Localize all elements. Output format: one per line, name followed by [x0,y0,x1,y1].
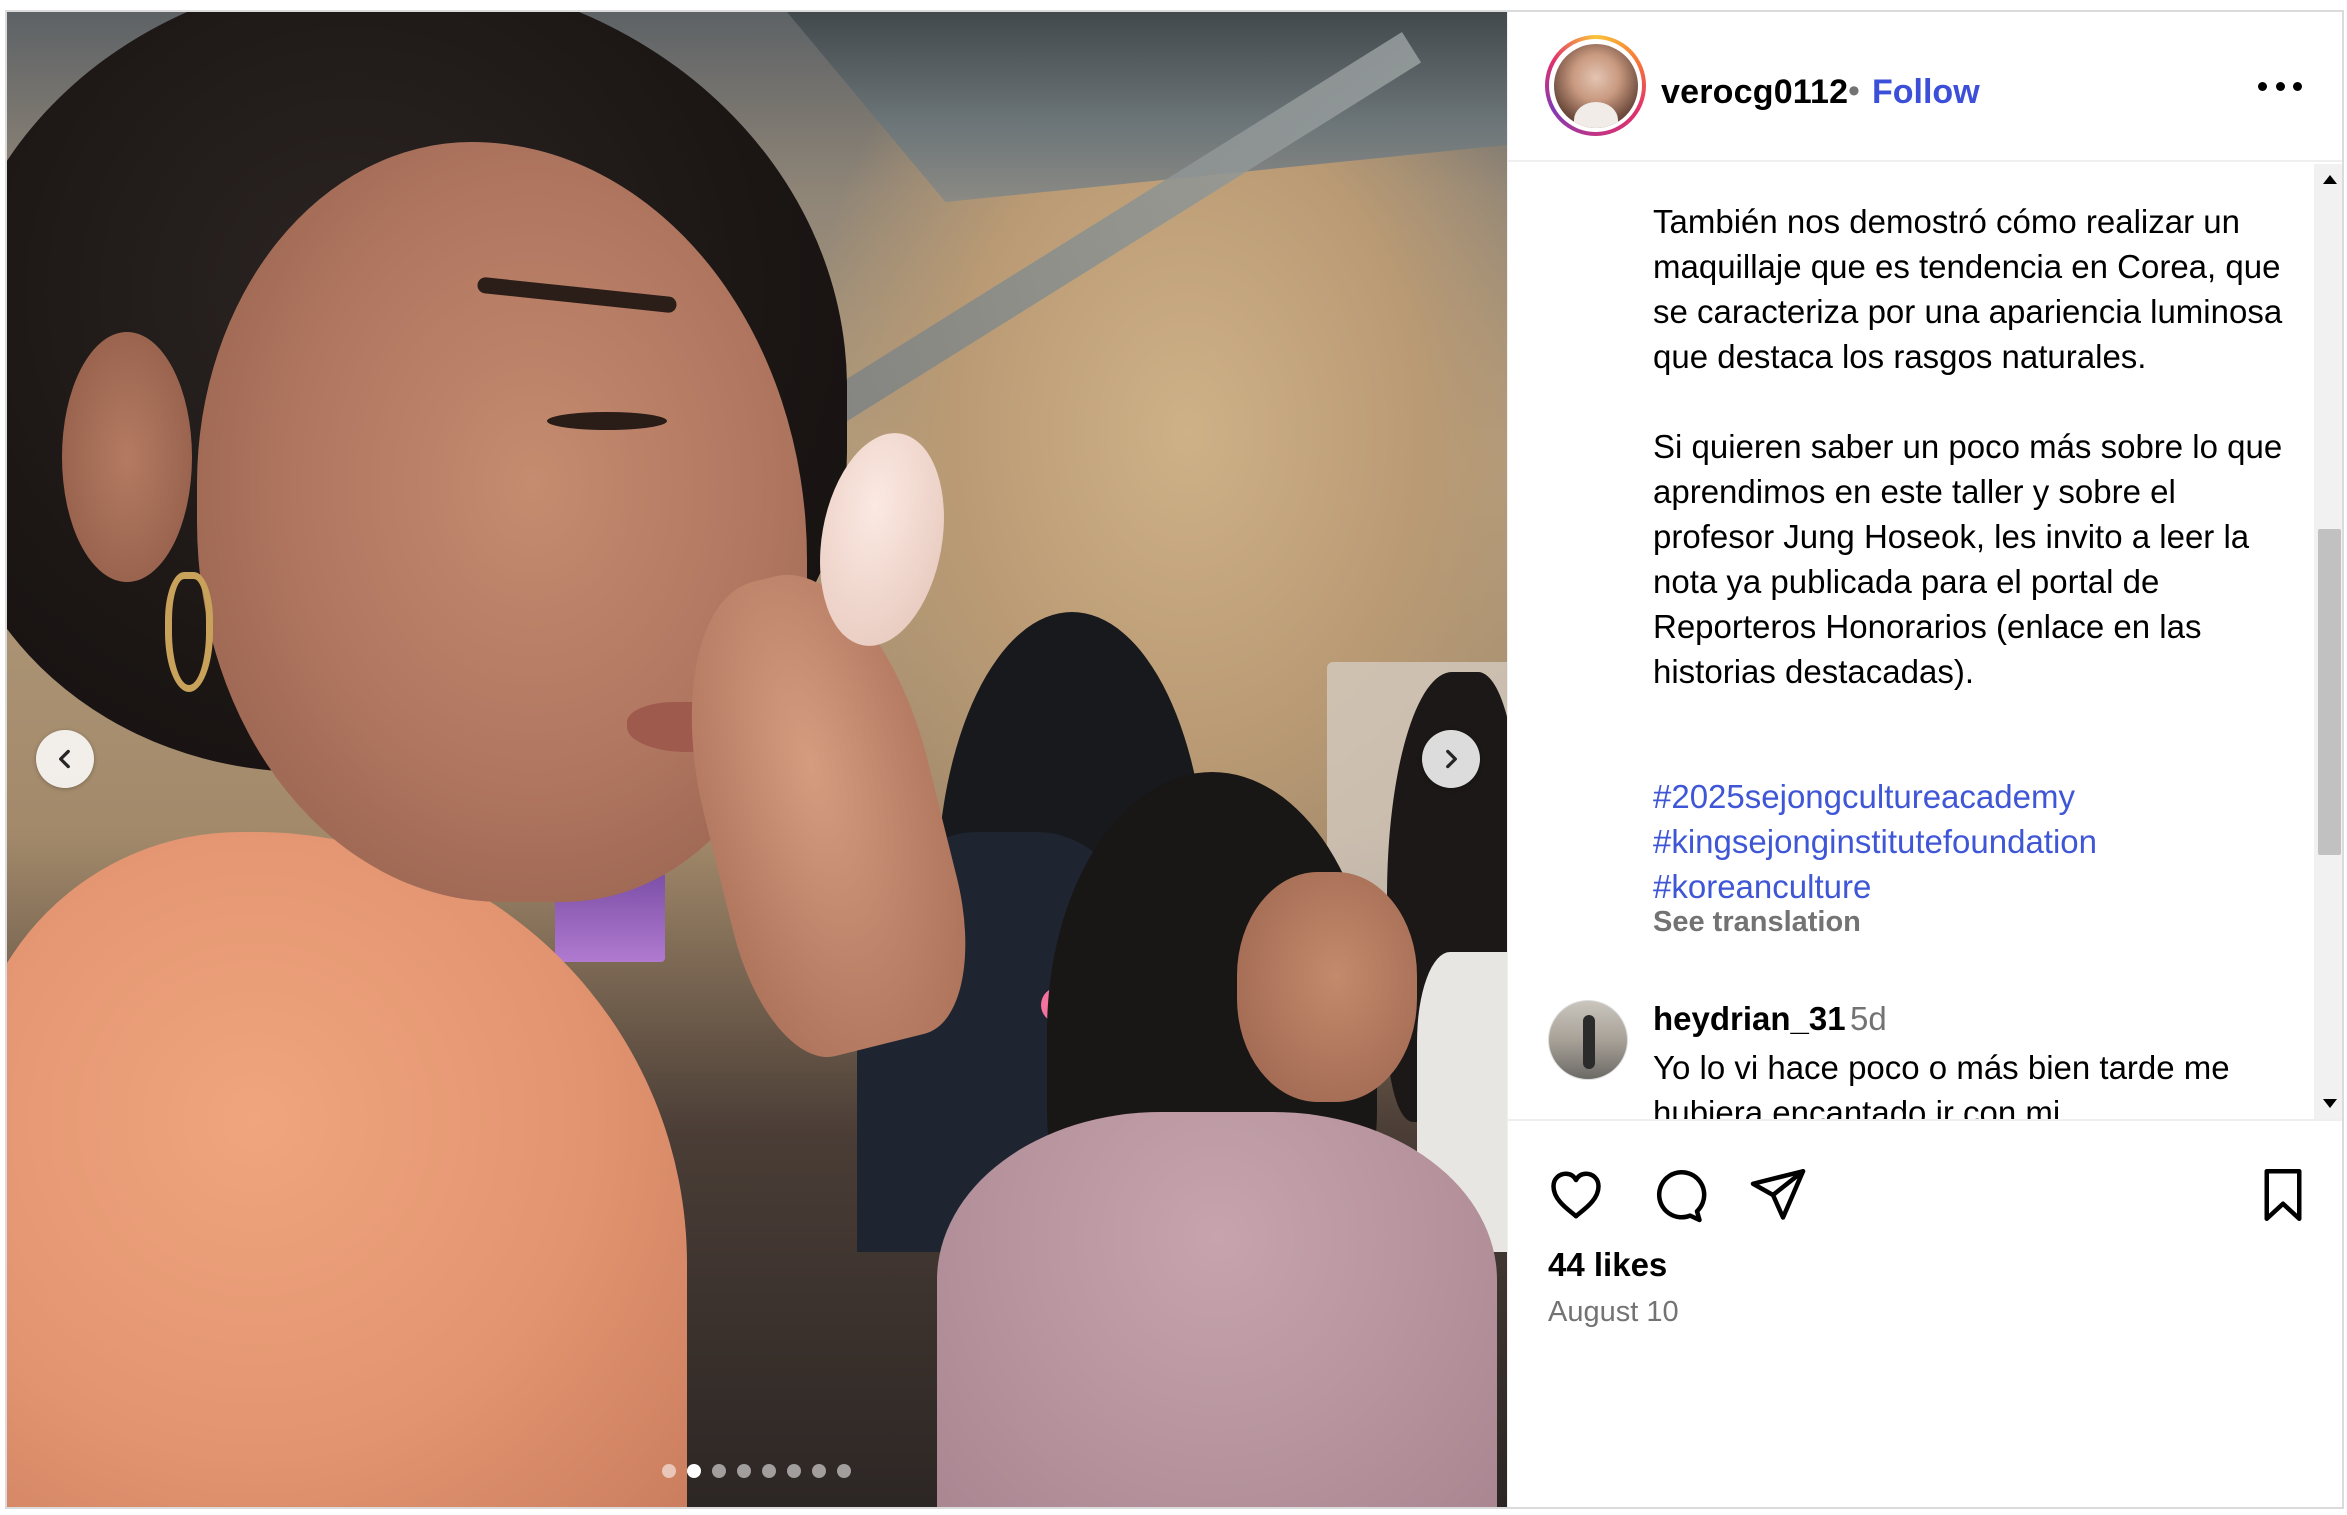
post-actions-bar: 44 likes August 10 [1508,1119,2342,1507]
hashtag-list: #2025sejongcultureacademy #kingsejongins… [1653,774,2097,909]
slide-dot-active [687,1464,701,1478]
post-side-panel: verocg0112 • Follow También nos demostró… [1507,12,2342,1507]
comment-text: Yo lo vi hace poco o más bien tarde me h… [1653,1049,2230,1119]
scroll-up-arrow[interactable] [2314,164,2342,194]
photo-earring [165,572,213,692]
see-translation-button[interactable]: See translation [1653,906,1861,939]
scrollbar[interactable] [2314,164,2342,1119]
save-button[interactable] [2253,1165,2313,1225]
comment-avatar[interactable] [1548,1000,1628,1080]
like-button[interactable] [1546,1165,1606,1225]
photo-person-front-face [1237,872,1417,1102]
triangle-up-icon [2322,175,2337,184]
post-date[interactable]: August 10 [1548,1296,1679,1329]
comments-scroll-area[interactable]: También nos demostró cómo realizar un ma… [1508,164,2342,1119]
chevron-left-icon [59,749,70,769]
triangle-down-icon [2322,1099,2337,1108]
scroll-down-arrow[interactable] [2314,1089,2342,1119]
photo-person-front-sweater [937,1112,1497,1507]
more-dot-icon [2293,82,2302,91]
slide-dot [837,1464,851,1478]
bookmark-icon [2264,1169,2302,1221]
slide-dot [812,1464,826,1478]
post-dialog: verocg0112 • Follow También nos demostró… [5,10,2344,1509]
more-dot-icon [2258,82,2267,91]
post-media[interactable] [7,12,1507,1507]
previous-slide-button[interactable] [36,730,94,788]
comment-username[interactable]: heydrian_31 [1653,1000,1846,1038]
hashtag-link[interactable]: #koreanculture [1653,864,2097,909]
slide-indicator [662,1464,851,1478]
username-link[interactable]: verocg0112 [1661,73,1848,112]
photo-eye [547,412,667,430]
comment-timestamp[interactable]: 5d [1850,1000,1887,1038]
hashtag-link[interactable]: #2025sejongcultureacademy [1653,774,2097,819]
hashtag-link[interactable]: #kingsejonginstitutefoundation [1653,819,2097,864]
scrollbar-thumb[interactable] [2318,529,2341,855]
follow-button[interactable]: Follow [1872,73,1980,112]
slide-dot [762,1464,776,1478]
caption-paragraph: También nos demostró cómo realizar un ma… [1653,203,2283,375]
next-slide-button[interactable] [1422,730,1480,788]
slide-dot [712,1464,726,1478]
post-header: verocg0112 • Follow [1508,12,2342,162]
more-options-button[interactable] [2258,82,2302,94]
share-icon [1750,1169,1806,1220]
likes-count[interactable]: 44 likes [1548,1246,1667,1284]
avatar [1553,43,1638,128]
slide-dot [737,1464,751,1478]
dot-separator: • [1848,72,1860,110]
post-caption: También nos demostró cómo realizar un ma… [1653,199,2293,694]
comment-icon [1656,1170,1707,1223]
share-button[interactable] [1748,1165,1808,1225]
comment-button[interactable] [1647,1165,1707,1225]
story-ring[interactable] [1545,35,1646,136]
slide-dot [662,1464,676,1478]
photo-main-ear [62,332,192,582]
more-dot-icon [2275,82,2285,91]
slide-dot [787,1464,801,1478]
heart-icon [1551,1171,1601,1219]
caption-paragraph: Si quieren saber un poco más sobre lo qu… [1653,428,2283,690]
chevron-right-icon [1446,749,1457,769]
